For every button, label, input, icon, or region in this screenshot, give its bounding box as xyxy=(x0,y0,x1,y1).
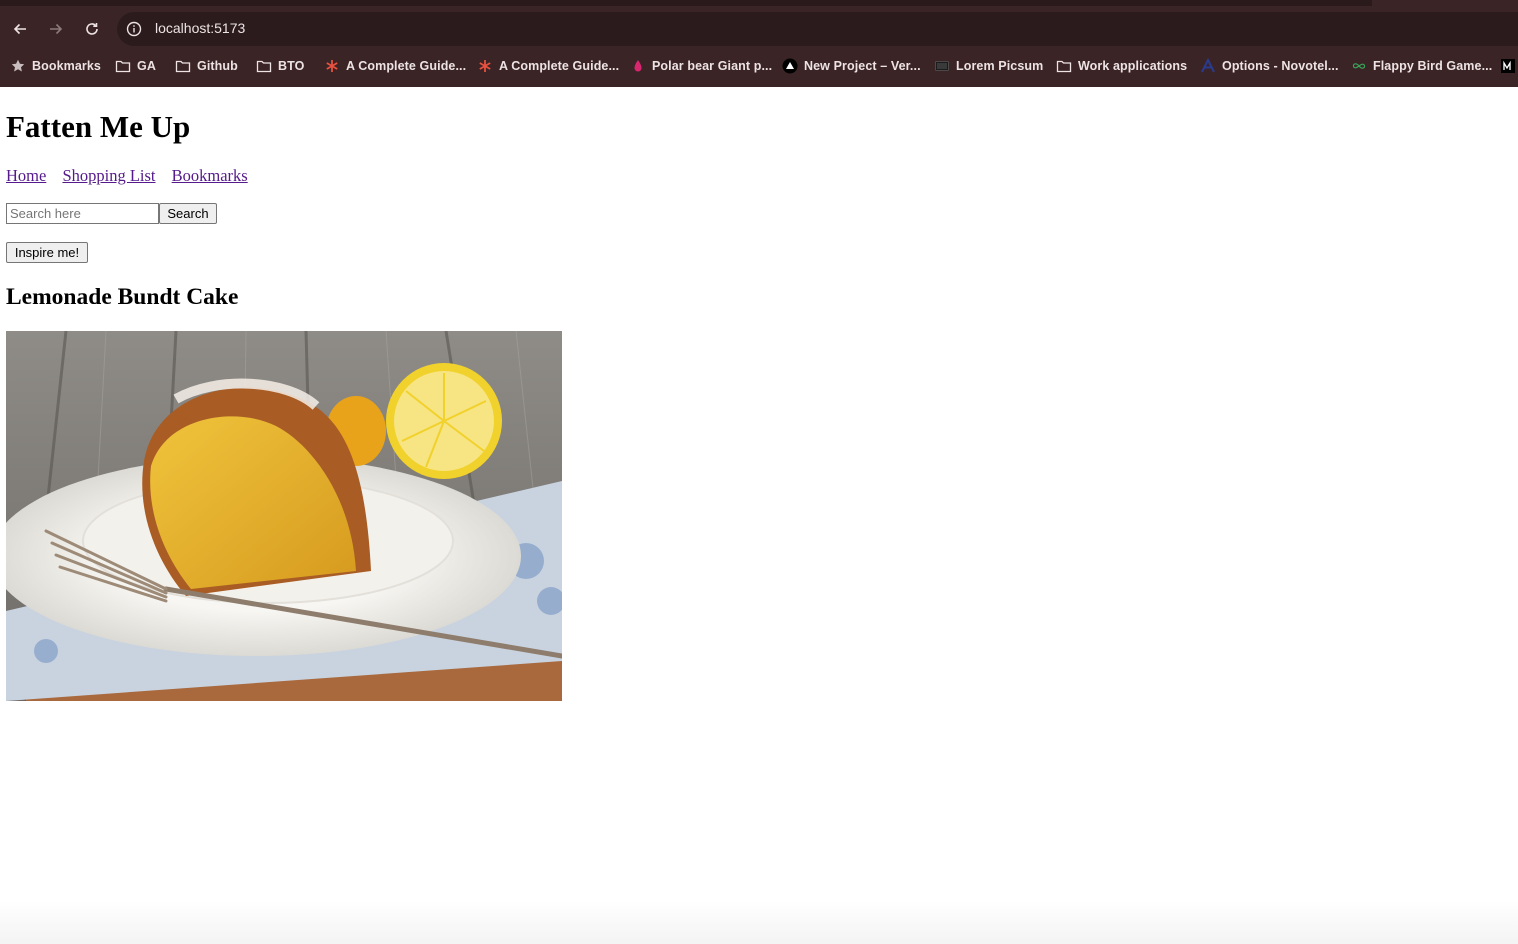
bookmark-overflow[interactable] xyxy=(1500,56,1518,76)
asterisk-icon xyxy=(324,58,340,74)
tab-strip xyxy=(0,0,1372,6)
folder-icon xyxy=(256,58,272,74)
recipe-image xyxy=(6,331,562,701)
bookmark-item-polar-bear[interactable]: Polar bear Giant p... xyxy=(630,56,772,76)
search-button[interactable]: Search xyxy=(159,203,217,224)
folder-icon xyxy=(115,58,131,74)
bookmark-item-bookmarks[interactable]: Bookmarks xyxy=(10,56,101,76)
star-icon xyxy=(10,58,26,74)
forward-button[interactable] xyxy=(44,17,68,41)
asterisk-icon xyxy=(477,58,493,74)
info-icon[interactable] xyxy=(126,21,142,37)
arrow-left-icon xyxy=(13,23,26,35)
triangle-icon xyxy=(782,58,798,74)
folder-icon xyxy=(175,58,191,74)
browser-chrome: localhost:5173 Bookmarks GA Github BTO A… xyxy=(0,0,1518,87)
recipe-title: Lemonade Bundt Cake xyxy=(6,284,239,310)
m-logo-icon xyxy=(1500,58,1516,74)
bookmark-item-guide-1[interactable]: A Complete Guide... xyxy=(324,56,466,76)
bookmark-item-lorem-picsum[interactable]: Lorem Picsum xyxy=(934,56,1043,76)
bookmark-item-options-novotel[interactable]: Options - Novotel... xyxy=(1200,56,1339,76)
main-nav: Home Shopping List Bookmarks xyxy=(6,166,260,186)
bookmark-item-github[interactable]: Github xyxy=(175,56,238,76)
bookmarks-bar: Bookmarks GA Github BTO A Complete Guide… xyxy=(0,54,1518,78)
a-logo-icon xyxy=(1200,58,1216,74)
browser-toolbar: localhost:5173 xyxy=(0,10,1518,48)
address-bar[interactable]: localhost:5173 xyxy=(117,12,1518,46)
drop-icon xyxy=(630,58,646,74)
bookmark-item-bto[interactable]: BTO xyxy=(256,56,304,76)
nav-link-shopping-list[interactable]: Shopping List xyxy=(62,166,155,185)
search-input[interactable] xyxy=(6,203,159,224)
arrow-right-icon xyxy=(50,23,63,35)
bookmark-item-flappy-bird[interactable]: Flappy Bird Game... xyxy=(1351,56,1492,76)
search-form: Search xyxy=(6,203,217,224)
folder-icon xyxy=(1056,58,1072,74)
infinity-icon xyxy=(1351,58,1367,74)
site-title: Fatten Me Up xyxy=(6,109,191,144)
bookmark-item-new-project[interactable]: New Project – Ver... xyxy=(782,56,921,76)
bookmark-item-ga[interactable]: GA xyxy=(115,56,156,76)
bookmark-item-guide-2[interactable]: A Complete Guide... xyxy=(477,56,619,76)
back-button[interactable] xyxy=(8,17,32,41)
reload-icon xyxy=(86,23,98,35)
nav-link-home[interactable]: Home xyxy=(6,166,46,185)
nav-link-bookmarks[interactable]: Bookmarks xyxy=(172,166,248,185)
url-text: localhost:5173 xyxy=(155,20,246,36)
inspire-button[interactable]: Inspire me! xyxy=(6,242,88,263)
bookmark-item-work-applications[interactable]: Work applications xyxy=(1056,56,1187,76)
reload-button[interactable] xyxy=(80,17,104,41)
image-icon xyxy=(934,58,950,74)
page-bottom-fade xyxy=(0,900,1518,944)
